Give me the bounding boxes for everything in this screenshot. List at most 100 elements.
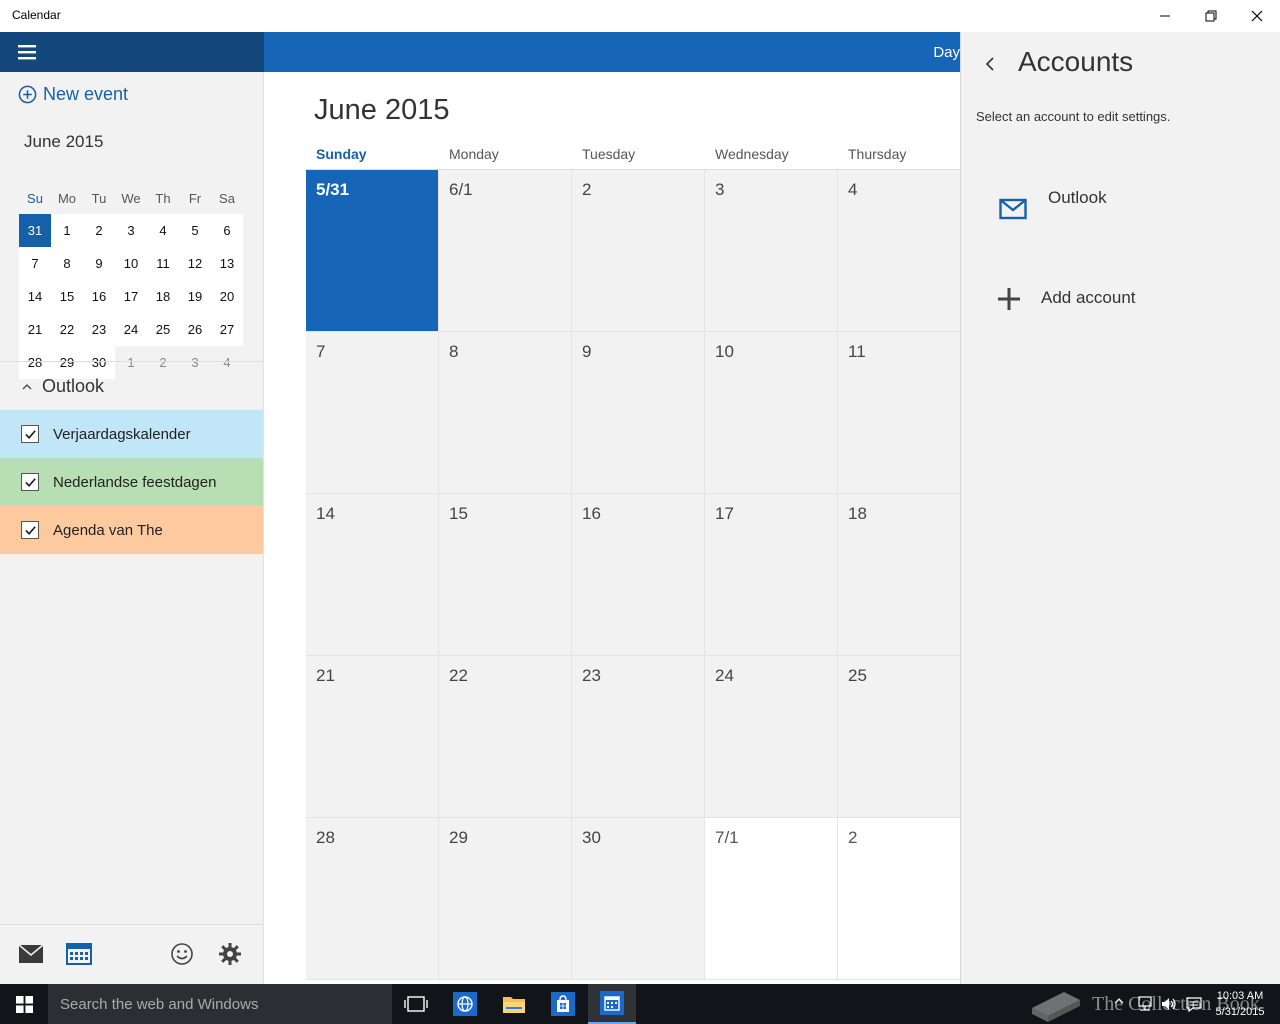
- mail-envelope-icon: [999, 198, 1027, 220]
- day-cell[interactable]: 16: [572, 494, 705, 656]
- mini-calendar-day[interactable]: 11: [147, 247, 179, 280]
- day-cell[interactable]: 21: [306, 656, 439, 818]
- day-number: 7: [316, 342, 326, 361]
- mini-calendar-day[interactable]: 16: [83, 280, 115, 313]
- mini-calendar-week: 14 15 16 17 18 19 20: [19, 280, 244, 313]
- mini-calendar-day[interactable]: 25: [147, 313, 179, 346]
- mini-calendar-day[interactable]: 30: [83, 346, 115, 379]
- day-cell[interactable]: 24: [705, 656, 838, 818]
- day-cell[interactable]: 18: [838, 494, 960, 656]
- mini-calendar-day[interactable]: 23: [83, 313, 115, 346]
- volume-icon[interactable]: [1160, 995, 1178, 1013]
- mini-calendar-day[interactable]: 26: [179, 313, 211, 346]
- day-cell[interactable]: 3: [705, 170, 838, 332]
- calendar-checkbox[interactable]: [21, 473, 39, 491]
- day-cell[interactable]: 25: [838, 656, 960, 818]
- hamburger-menu-icon[interactable]: [16, 42, 40, 62]
- add-account-button[interactable]: Add account: [961, 277, 1280, 327]
- mini-calendar-day[interactable]: 2: [83, 214, 115, 247]
- mini-calendar-day[interactable]: 31: [19, 214, 51, 247]
- calendar-item[interactable]: Nederlandse feestdagen: [0, 458, 263, 506]
- panel-subtitle: Select an account to edit settings.: [976, 109, 1171, 124]
- calendar-checkbox[interactable]: [21, 521, 39, 539]
- calendar-icon[interactable]: [66, 941, 92, 967]
- network-icon[interactable]: [1136, 995, 1154, 1013]
- mini-calendar-day[interactable]: 22: [51, 313, 83, 346]
- mini-calendar-day[interactable]: 29: [51, 346, 83, 379]
- day-cell[interactable]: 7: [306, 332, 439, 494]
- day-cell[interactable]: 2: [572, 170, 705, 332]
- mini-calendar-day[interactable]: 3: [115, 214, 147, 247]
- calendar-checkbox[interactable]: [21, 425, 39, 443]
- minimize-button[interactable]: [1142, 0, 1188, 32]
- windows-logo-icon: [15, 995, 33, 1013]
- mini-calendar-day[interactable]: 3: [179, 346, 211, 379]
- mini-calendar-day[interactable]: 1: [51, 214, 83, 247]
- mini-calendar-day[interactable]: 9: [83, 247, 115, 280]
- day-cell[interactable]: 22: [439, 656, 572, 818]
- mini-calendar-day[interactable]: 28: [19, 346, 51, 379]
- day-cell[interactable]: 10: [705, 332, 838, 494]
- back-chevron-icon[interactable]: [983, 56, 999, 72]
- mini-calendar-day[interactable]: 4: [211, 346, 243, 379]
- account-group-header[interactable]: Outlook: [22, 376, 104, 397]
- account-item-outlook[interactable]: Outlook: [961, 172, 1280, 242]
- mini-calendar-title[interactable]: June 2015: [24, 132, 103, 152]
- mini-calendar-day[interactable]: 2: [147, 346, 179, 379]
- mini-calendar-day[interactable]: 19: [179, 280, 211, 313]
- store-icon[interactable]: [539, 984, 587, 1024]
- day-cell[interactable]: 15: [439, 494, 572, 656]
- day-cell[interactable]: 30: [572, 818, 705, 980]
- day-cell[interactable]: 7/1: [705, 818, 838, 980]
- mini-calendar-day[interactable]: 7: [19, 247, 51, 280]
- action-center-icon[interactable]: [1185, 995, 1203, 1013]
- taskbar-search-box[interactable]: Search the web and Windows: [48, 984, 392, 1024]
- chevron-up-tray-icon[interactable]: [1114, 996, 1124, 1006]
- mini-calendar-day[interactable]: 15: [51, 280, 83, 313]
- day-cell[interactable]: 11: [838, 332, 960, 494]
- mini-calendar-day[interactable]: 12: [179, 247, 211, 280]
- mini-calendar-day[interactable]: 20: [211, 280, 243, 313]
- task-view-icon[interactable]: [392, 984, 440, 1024]
- close-button[interactable]: [1234, 0, 1280, 32]
- mini-calendar-weekday: Fr: [188, 191, 202, 206]
- settings-gear-icon[interactable]: [217, 941, 243, 967]
- day-number: 28: [316, 828, 335, 847]
- mini-calendar-day[interactable]: 4: [147, 214, 179, 247]
- mini-calendar-day[interactable]: 1: [115, 346, 147, 379]
- day-cell[interactable]: 4: [838, 170, 960, 332]
- day-cell[interactable]: 14: [306, 494, 439, 656]
- day-cell[interactable]: 23: [572, 656, 705, 818]
- restore-button[interactable]: [1188, 0, 1234, 32]
- mini-calendar-day[interactable]: 24: [115, 313, 147, 346]
- new-event-button[interactable]: New event: [18, 84, 128, 105]
- start-button[interactable]: [0, 984, 48, 1024]
- file-explorer-icon[interactable]: [490, 984, 538, 1024]
- feedback-smiley-icon[interactable]: [169, 941, 195, 967]
- mini-calendar-day[interactable]: 17: [115, 280, 147, 313]
- mini-calendar-day[interactable]: 21: [19, 313, 51, 346]
- day-cell[interactable]: 6/1: [439, 170, 572, 332]
- mini-calendar-day[interactable]: 14: [19, 280, 51, 313]
- day-cell[interactable]: 17: [705, 494, 838, 656]
- day-cell[interactable]: 5/31: [306, 170, 439, 332]
- calendar-item[interactable]: Agenda van The: [0, 506, 263, 554]
- calendar-app-icon[interactable]: [588, 984, 636, 1024]
- day-cell[interactable]: 9: [572, 332, 705, 494]
- mini-calendar-day[interactable]: 10: [115, 247, 147, 280]
- mini-calendar-day[interactable]: 18: [147, 280, 179, 313]
- mini-calendar-day[interactable]: 5: [179, 214, 211, 247]
- mini-calendar-day[interactable]: 27: [211, 313, 243, 346]
- day-cell[interactable]: 2: [838, 818, 960, 980]
- taskbar-clock[interactable]: 10:03 AM 5/31/2015: [1212, 988, 1268, 1020]
- mini-calendar-day[interactable]: 6: [211, 214, 243, 247]
- day-cell[interactable]: 28: [306, 818, 439, 980]
- calendar-item[interactable]: Verjaardagskalender: [0, 410, 263, 458]
- day-cell[interactable]: 29: [439, 818, 572, 980]
- day-view-button[interactable]: Day: [933, 44, 960, 61]
- day-cell[interactable]: 8: [439, 332, 572, 494]
- mini-calendar-day[interactable]: 13: [211, 247, 243, 280]
- mini-calendar-day[interactable]: 8: [51, 247, 83, 280]
- mail-icon[interactable]: [18, 941, 44, 967]
- edge-browser-icon[interactable]: [441, 984, 489, 1024]
